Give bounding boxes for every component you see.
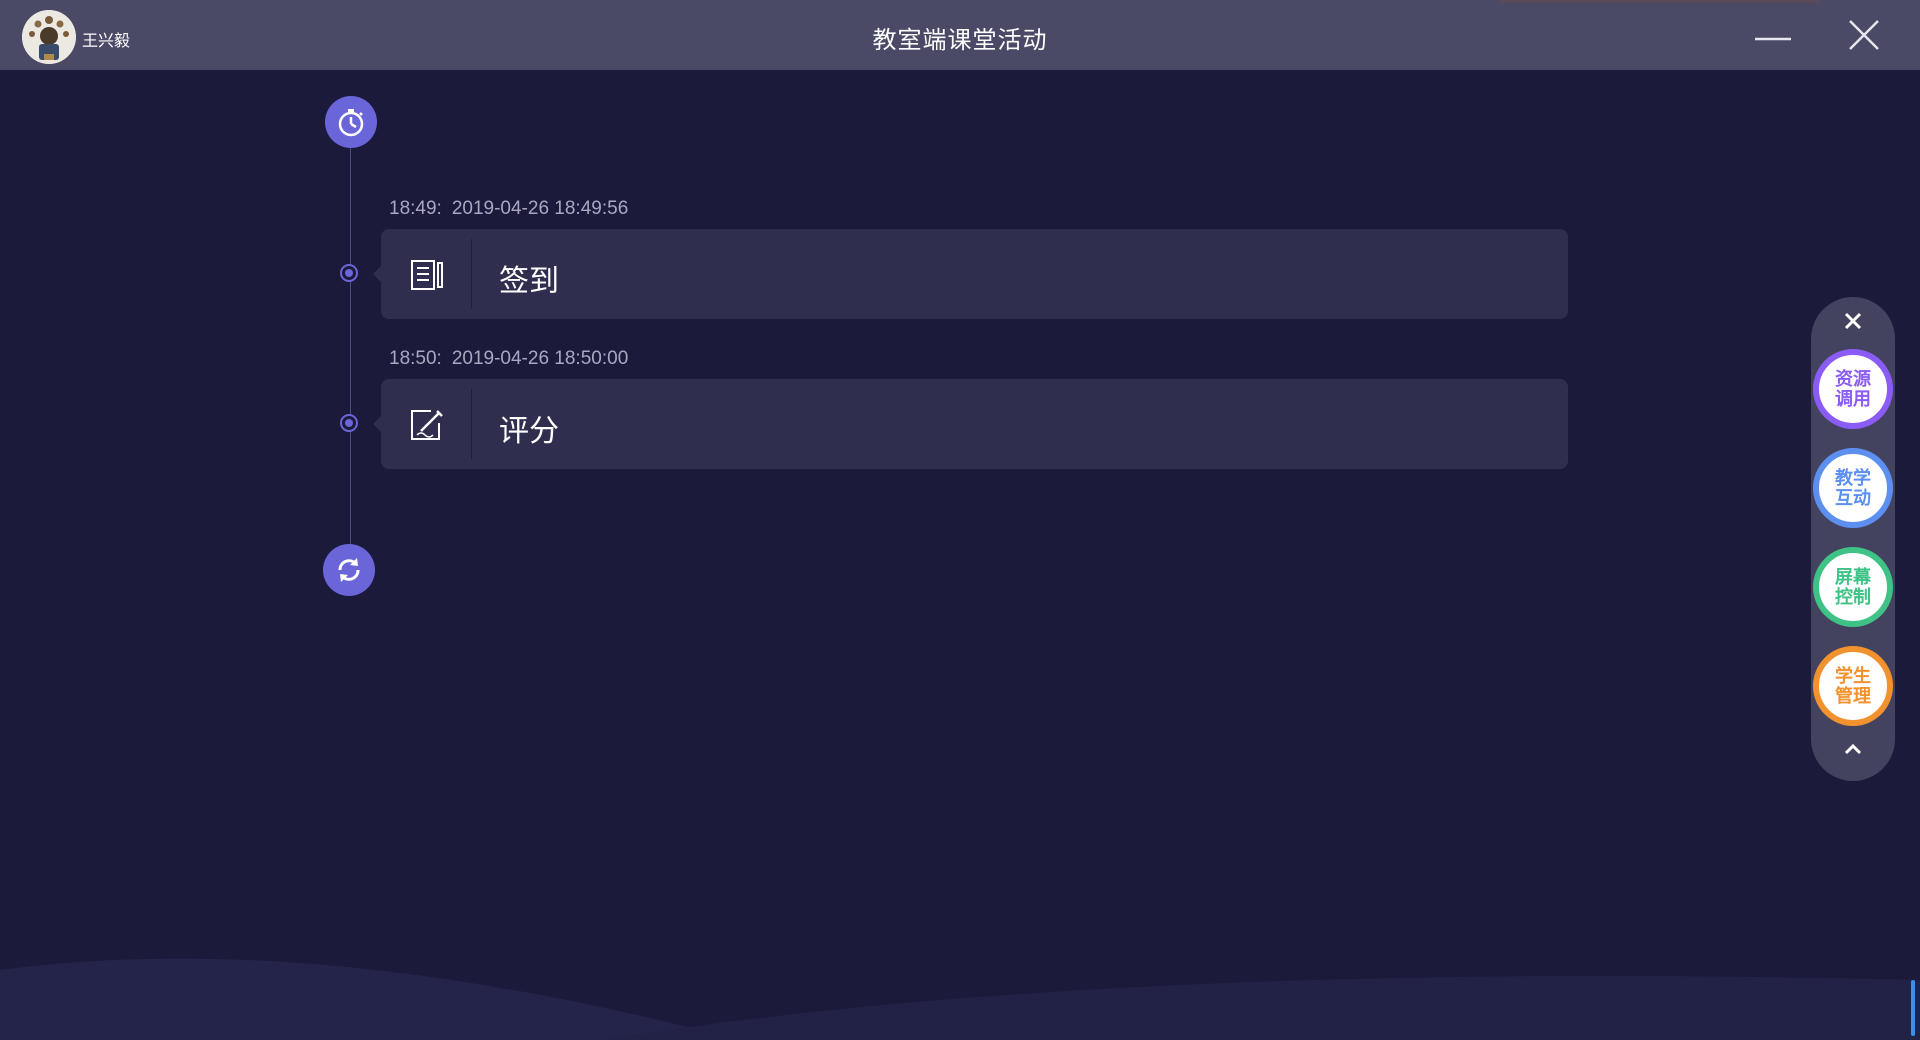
teaching-interaction-button[interactable]: 教学 互动	[1813, 448, 1893, 528]
entry-time: 18:49:	[389, 198, 442, 219]
screen-control-button[interactable]: 屏幕 控制	[1813, 547, 1893, 627]
timeline-timestamp: 18:50: 2019-04-26 18:50:00	[389, 348, 628, 370]
activity-label: 签到	[499, 265, 559, 298]
timeline-start-marker	[325, 96, 377, 148]
grading-edit-icon	[409, 407, 445, 443]
window-title: 教室端课堂活动	[872, 27, 1048, 54]
button-label-line2: 调用	[1835, 389, 1871, 409]
side-menu-collapse-button[interactable]	[1839, 735, 1867, 763]
button-label-line1: 资源	[1835, 369, 1871, 389]
timeline-line	[350, 145, 351, 545]
scroll-indicator[interactable]	[1911, 980, 1915, 1036]
bottom-wave-decoration	[0, 958, 1920, 1040]
button-label-line2: 控制	[1835, 587, 1871, 607]
button-label-line1: 教学	[1835, 468, 1871, 488]
timeline-dot	[340, 414, 358, 432]
refresh-button[interactable]	[323, 544, 375, 596]
stopwatch-icon	[338, 109, 364, 137]
minimize-button[interactable]	[1751, 15, 1795, 55]
refresh-icon	[338, 558, 360, 582]
button-label-line2: 互动	[1835, 488, 1871, 508]
activity-label: 评分	[499, 415, 559, 448]
resource-access-button[interactable]: 资源 调用	[1813, 349, 1893, 429]
minimize-icon	[1755, 37, 1791, 41]
button-label-line2: 管理	[1835, 686, 1871, 706]
title-accent-bar	[1500, 0, 1820, 3]
button-label-line1: 学生	[1835, 666, 1871, 686]
floating-side-menu: 资源 调用 教学 互动 屏幕 控制 学生 管理	[1811, 297, 1895, 781]
button-label-line1: 屏幕	[1835, 567, 1871, 587]
close-icon	[1849, 20, 1879, 50]
title-bar: 王兴毅 教室端课堂活动	[0, 0, 1920, 70]
card-divider	[471, 389, 472, 459]
timeline-dot	[340, 264, 358, 282]
entry-datetime: 2019-04-26 18:49:56	[451, 198, 629, 219]
chevron-up-icon	[1844, 743, 1862, 755]
activity-card-grading[interactable]: 评分	[373, 379, 1568, 469]
entry-datetime: 2019-04-26 18:50:00	[451, 348, 629, 369]
side-menu-close-button[interactable]	[1837, 305, 1869, 337]
card-divider	[471, 239, 472, 309]
student-management-button[interactable]: 学生 管理	[1813, 646, 1893, 726]
activity-card-sign-in[interactable]: 签到	[373, 229, 1568, 319]
sign-in-document-icon	[409, 257, 445, 293]
timeline-timestamp: 18:49: 2019-04-26 18:49:56	[389, 198, 628, 220]
close-icon	[1844, 312, 1862, 330]
entry-time: 18:50:	[389, 348, 442, 369]
app-window: 王兴毅 教室端课堂活动 18:49: 2019-04-26 18:49:56 签…	[0, 0, 1920, 1040]
close-window-button[interactable]	[1842, 15, 1886, 55]
